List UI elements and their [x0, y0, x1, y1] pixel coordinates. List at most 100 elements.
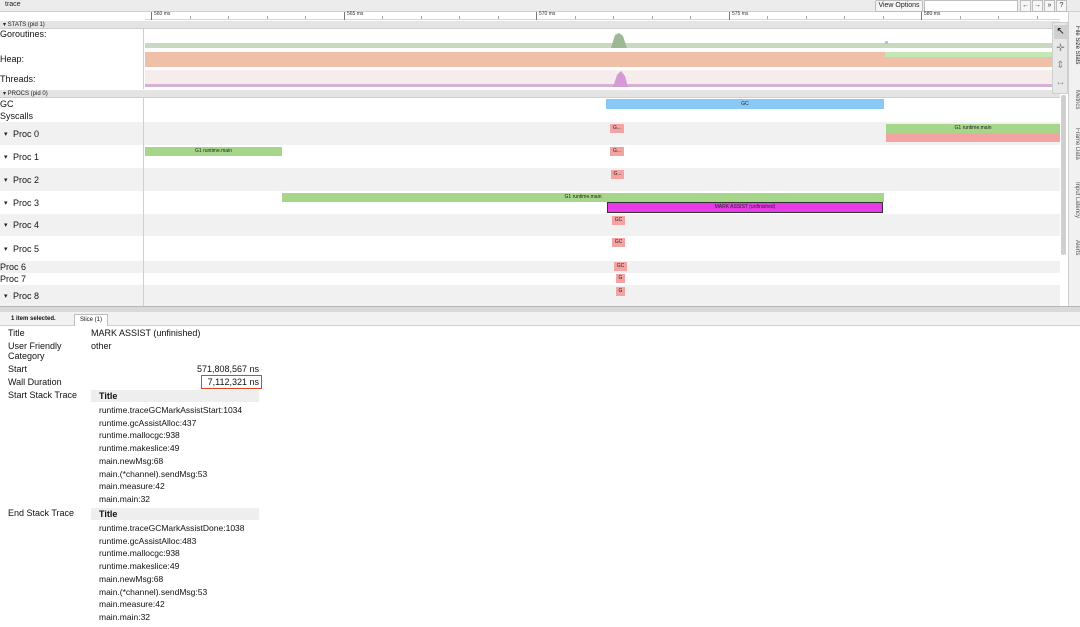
proc4-track[interactable]: GC — [145, 214, 1060, 236]
frame-data-tab[interactable]: Frame Data — [1070, 128, 1080, 160]
gc-track[interactable]: GC — [145, 98, 1060, 110]
proc5-slice-gc[interactable]: GC — [612, 238, 625, 247]
proc1-slice-g[interactable]: G... — [610, 147, 624, 156]
proc8-label-text: Proc 8 — [13, 290, 40, 301]
threads-baseline — [145, 84, 1060, 87]
stack-frame: main.main:32 — [99, 493, 151, 504]
expand-triangle-icon[interactable]: ▾ — [4, 221, 13, 229]
proc1-label-text: Proc 1 — [13, 151, 40, 162]
select-tool-icon[interactable]: ↖ — [1054, 25, 1067, 39]
end-stack-label: End Stack Trace — [8, 508, 75, 518]
proc8-slice-g[interactable]: G — [616, 287, 625, 296]
ruler-minor-tick — [690, 16, 691, 19]
gc-row: GC GC — [0, 98, 1060, 110]
expand-triangle-icon[interactable]: ▾ — [4, 176, 13, 184]
goroutines-track[interactable] — [145, 29, 1060, 49]
proc1-track[interactable]: G1 runtime.main G... — [145, 145, 1060, 168]
proc5-label-text: Proc 5 — [13, 243, 40, 254]
timeline-scrollbar[interactable] — [1061, 95, 1066, 255]
start-label: Start — [8, 364, 28, 374]
slice-tab[interactable]: Slice (1) — [74, 314, 109, 326]
proc1-label[interactable]: ▾ Proc 1 — [0, 145, 144, 168]
file-size-stats-tab[interactable]: File Size Stats — [1070, 26, 1080, 64]
heap-track[interactable] — [145, 49, 1060, 68]
stack-frame: runtime.makeslice:49 — [99, 561, 180, 572]
ruler-minor-tick — [883, 16, 884, 19]
proc7-slice-g[interactable]: G — [616, 274, 625, 283]
proc0-slice-sub[interactable] — [886, 133, 1060, 142]
stack-frame: main.newMsg:68 — [99, 455, 164, 466]
procs-section-header[interactable]: ▾ PROCS (pid 0) — [0, 90, 1060, 98]
proc8-track[interactable]: G — [145, 285, 1060, 306]
proc6-slice-gc[interactable]: GC — [614, 262, 627, 271]
time-ruler[interactable]: 560 ms 565 ms 570 ms 575 ms 580 ms — [145, 12, 1060, 20]
goroutines-marker — [885, 41, 888, 44]
pan-tool-icon[interactable]: ✛ — [1054, 42, 1067, 56]
threads-row: Threads: — [0, 68, 1060, 89]
input-latency-tab[interactable]: Input Latency — [1070, 182, 1080, 218]
syscalls-label: Syscalls — [0, 110, 144, 122]
ruler-minor-tick — [267, 16, 268, 19]
zoom-tool-icon[interactable]: ⇕ — [1054, 59, 1067, 73]
view-options-button[interactable]: View Options — [875, 0, 923, 12]
ruler-minor-tick — [459, 16, 460, 19]
proc2-slice-g[interactable]: G... — [611, 170, 624, 179]
timeline-toolbox: ↖ ✛ ⇕ ↔ — [1052, 22, 1068, 94]
gc-label: GC — [0, 98, 144, 110]
stack-frame: main.newMsg:68 — [99, 573, 164, 584]
proc3-label[interactable]: ▾ Proc 3 — [0, 191, 144, 214]
proc5-label[interactable]: ▾ Proc 5 — [0, 236, 144, 261]
gc-slice[interactable]: GC — [606, 99, 884, 109]
proc0-slice-runtime-main[interactable]: G1 runtime.main — [886, 124, 1060, 133]
ruler-minor-tick — [844, 16, 845, 19]
ruler-minor-tick — [190, 16, 191, 19]
expand-triangle-icon[interactable]: ▾ — [4, 292, 13, 300]
goroutines-row: Goroutines: — [0, 29, 1060, 49]
prev-arrow-button[interactable]: ← — [1020, 0, 1031, 12]
ruler-tick-label: 565 ms — [344, 12, 363, 20]
syscalls-label-text: Syscalls — [0, 111, 34, 121]
proc2-track[interactable]: G... — [145, 168, 1060, 191]
proc3-track[interactable]: G1 runtime.main MARK ASSIST (unfinished) — [145, 191, 1060, 214]
proc7-label: Proc 7 — [0, 273, 144, 285]
expand-triangle-icon[interactable]: ▾ — [4, 199, 13, 207]
proc3-slice-runtime-main[interactable]: G1 runtime.main — [282, 193, 884, 202]
threads-label: Threads: — [0, 68, 144, 89]
proc0-slice-g[interactable]: G... — [610, 124, 624, 133]
mark-assist-slice[interactable]: MARK ASSIST (unfinished) — [607, 202, 883, 213]
proc4-slice-gc[interactable]: GC — [612, 216, 625, 225]
expand-triangle-icon[interactable]: ▾ — [4, 130, 13, 138]
expand-triangle-icon[interactable]: ▾ — [4, 245, 13, 253]
proc7-track[interactable]: G — [145, 273, 1060, 285]
proc8-label[interactable]: ▾ Proc 8 — [0, 285, 144, 306]
ruler-minor-tick — [767, 16, 768, 19]
stack-frame: runtime.traceGCMarkAssistStart:1034 — [99, 405, 243, 415]
proc0-track[interactable]: G... G1 runtime.main — [145, 122, 1060, 145]
help-button[interactable]: ? — [1056, 0, 1067, 12]
proc1-slice-runtime-main[interactable]: G1 runtime.main — [145, 147, 282, 156]
ruler-minor-tick — [228, 16, 229, 19]
alerts-tab[interactable]: Alerts — [1070, 240, 1080, 255]
syscalls-row: Syscalls — [0, 110, 1060, 122]
proc4-row: ▾ Proc 4 GC — [0, 214, 1060, 236]
ruler-minor-tick — [613, 16, 614, 19]
stack-frame: runtime.mallocgc:938 — [99, 548, 180, 559]
proc6-track[interactable]: GC — [145, 261, 1060, 273]
threads-track[interactable] — [145, 68, 1060, 89]
proc6-label: Proc 6 — [0, 261, 144, 273]
next-arrow-button[interactable]: → — [1032, 0, 1043, 12]
proc6-row: Proc 6 GC — [0, 261, 1060, 273]
threads-label-text: Threads: — [0, 73, 36, 84]
proc0-label[interactable]: ▾ Proc 0 — [0, 122, 144, 145]
expand-button[interactable]: » — [1044, 0, 1055, 12]
metrics-tab[interactable]: Metrics — [1070, 90, 1080, 109]
syscalls-track[interactable] — [145, 110, 1060, 122]
timing-tool-icon[interactable]: ↔ — [1054, 76, 1067, 90]
proc4-label[interactable]: ▾ Proc 4 — [0, 214, 144, 236]
goroutines-baseline — [145, 43, 1060, 48]
proc2-label[interactable]: ▾ Proc 2 — [0, 168, 144, 191]
proc5-track[interactable]: GC — [145, 236, 1060, 261]
proc7-label-text: Proc 7 — [0, 274, 27, 284]
expand-triangle-icon[interactable]: ▾ — [4, 153, 13, 161]
stats-section-header[interactable]: ▾ STATS (pid 1) — [0, 21, 1060, 29]
